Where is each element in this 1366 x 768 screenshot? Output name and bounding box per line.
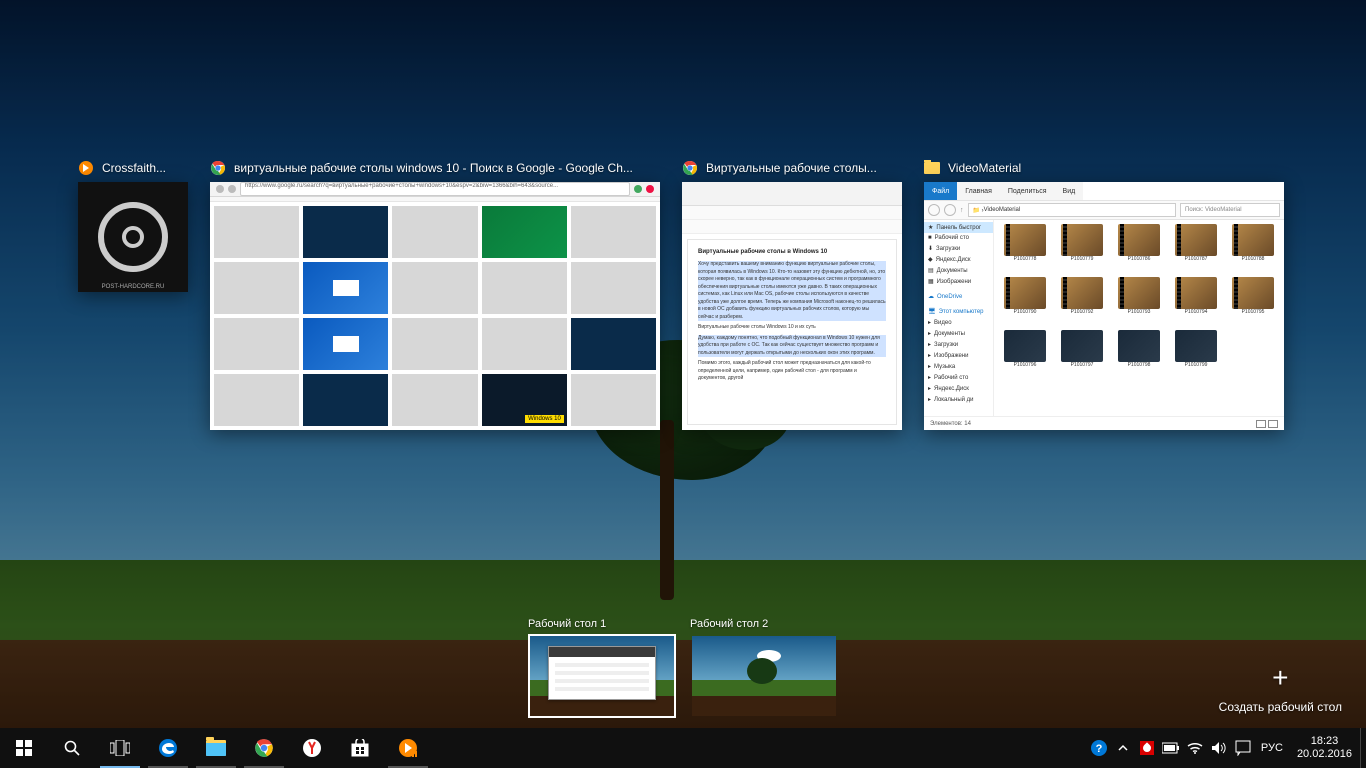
taskbar-app-explorer[interactable] [192, 728, 240, 768]
file-item[interactable]: P1010797 [1055, 330, 1109, 380]
wifi-icon [1187, 742, 1203, 754]
file-item[interactable]: P1010786 [1112, 224, 1166, 274]
plus-icon: + [1272, 664, 1288, 692]
window-thumb-header: VideoMaterial [924, 160, 1284, 176]
file-item[interactable]: P1010794 [1169, 277, 1223, 327]
window-thumb-title: VideoMaterial [948, 161, 1021, 175]
clock-time: 18:23 [1311, 735, 1339, 748]
clock-date: 20.02.2016 [1297, 748, 1352, 761]
window-thumb-title: Crossfaith... [102, 161, 166, 175]
notification-icon [1235, 740, 1251, 756]
window-thumb-chrome-docs[interactable]: Виртуальные рабочие столы... Виртуальные… [682, 160, 902, 430]
start-button[interactable] [0, 728, 48, 768]
window-thumb-aimp[interactable]: Crossfaith... POST-HARDCORE.RU [78, 160, 188, 292]
virtual-desktop-2[interactable]: Рабочий стол 2 [690, 618, 838, 718]
tray-avira-icon[interactable] [1135, 728, 1159, 768]
window-thumb-preview: Виртуальные рабочие столы в Windows 10 Х… [682, 182, 902, 430]
file-item[interactable]: P1010792 [1055, 277, 1109, 327]
window-thumb-preview: https://www.google.ru/search?q=виртуальн… [210, 182, 660, 430]
show-desktop-button[interactable] [1360, 728, 1366, 768]
virtual-desktop-preview [690, 634, 838, 718]
virtual-desktop-preview [528, 634, 676, 718]
search-icon [63, 739, 81, 757]
file-item[interactable]: P1010798 [1112, 330, 1166, 380]
svg-text:?: ? [1096, 743, 1103, 755]
task-view-button[interactable] [96, 728, 144, 768]
task-view-windows: Crossfaith... POST-HARDCORE.RU виртуальн… [78, 160, 1306, 430]
tray-network-icon[interactable] [1183, 728, 1207, 768]
tray-battery-icon[interactable] [1159, 728, 1183, 768]
window-thumb-title: Виртуальные рабочие столы... [706, 161, 877, 175]
file-item[interactable]: P1010795 [1226, 277, 1280, 327]
new-desktop-label: Создать рабочий стол [1219, 700, 1342, 714]
yandex-icon [302, 738, 322, 758]
window-thumb-header: Виртуальные рабочие столы... [682, 160, 902, 176]
language-label: РУС [1261, 742, 1283, 754]
tray-help-icon[interactable]: ? [1087, 728, 1111, 768]
edge-icon [158, 738, 178, 758]
search-button[interactable] [48, 728, 96, 768]
window-thumb-explorer[interactable]: VideoMaterial Файл Главная Поделиться Ви… [924, 160, 1284, 430]
taskbar-app-yandex[interactable] [288, 728, 336, 768]
volume-icon [1211, 741, 1227, 755]
folder-icon [924, 160, 940, 176]
tray-clock[interactable]: 18:23 20.02.2016 [1289, 728, 1360, 768]
window-thumb-header: Crossfaith... [78, 160, 188, 176]
aimp-icon [78, 160, 94, 176]
aimp-icon [398, 738, 418, 758]
file-item[interactable]: P1010799 [1169, 330, 1223, 380]
taskbar-app-chrome[interactable] [240, 728, 288, 768]
window-thumb-title: виртуальные рабочие столы windows 10 - П… [234, 161, 633, 175]
file-item[interactable]: P1010796 [998, 330, 1052, 380]
task-view-icon [110, 740, 130, 756]
windows-icon [16, 740, 32, 756]
taskbar-app-store[interactable] [336, 728, 384, 768]
tray-volume-icon[interactable] [1207, 728, 1231, 768]
virtual-desktop-1[interactable]: Рабочий стол 1 [528, 618, 676, 718]
store-icon [351, 739, 369, 757]
tray-overflow-button[interactable] [1111, 728, 1135, 768]
chrome-icon [254, 738, 274, 758]
file-item[interactable]: P1010778 [998, 224, 1052, 274]
chrome-icon [210, 160, 226, 176]
taskbar: ? РУС 18:23 20.02.2016 [0, 728, 1366, 768]
battery-icon [1162, 742, 1180, 754]
virtual-desktop-label: Рабочий стол 2 [690, 618, 838, 630]
taskbar-app-aimp[interactable] [384, 728, 432, 768]
help-icon: ? [1090, 739, 1108, 757]
file-item[interactable]: P1010790 [998, 277, 1052, 327]
window-thumb-header: виртуальные рабочие столы windows 10 - П… [210, 160, 660, 176]
window-thumb-preview: Файл Главная Поделиться Вид ↑ 📁 › VideoM… [924, 182, 1284, 430]
virtual-desktops-strip: Рабочий стол 1 Рабочий стол 2 [0, 618, 1366, 728]
avira-icon [1140, 741, 1154, 755]
chevron-up-icon [1118, 743, 1128, 753]
tray-language[interactable]: РУС [1255, 728, 1289, 768]
virtual-desktop-label: Рабочий стол 1 [528, 618, 676, 630]
window-thumb-preview: POST-HARDCORE.RU [78, 182, 188, 292]
file-item[interactable]: P1010787 [1169, 224, 1223, 274]
desktop: Crossfaith... POST-HARDCORE.RU виртуальн… [0, 0, 1366, 768]
chrome-icon [682, 160, 698, 176]
file-explorer-icon [206, 740, 226, 756]
window-thumb-chrome-search[interactable]: виртуальные рабочие столы windows 10 - П… [210, 160, 660, 430]
taskbar-app-edge[interactable] [144, 728, 192, 768]
tray-action-center[interactable] [1231, 728, 1255, 768]
file-item[interactable]: P1010793 [1112, 277, 1166, 327]
new-desktop-button[interactable]: + Создать рабочий стол [1219, 664, 1342, 714]
file-item[interactable]: P1010779 [1055, 224, 1109, 274]
file-item[interactable]: P1010788 [1226, 224, 1280, 274]
